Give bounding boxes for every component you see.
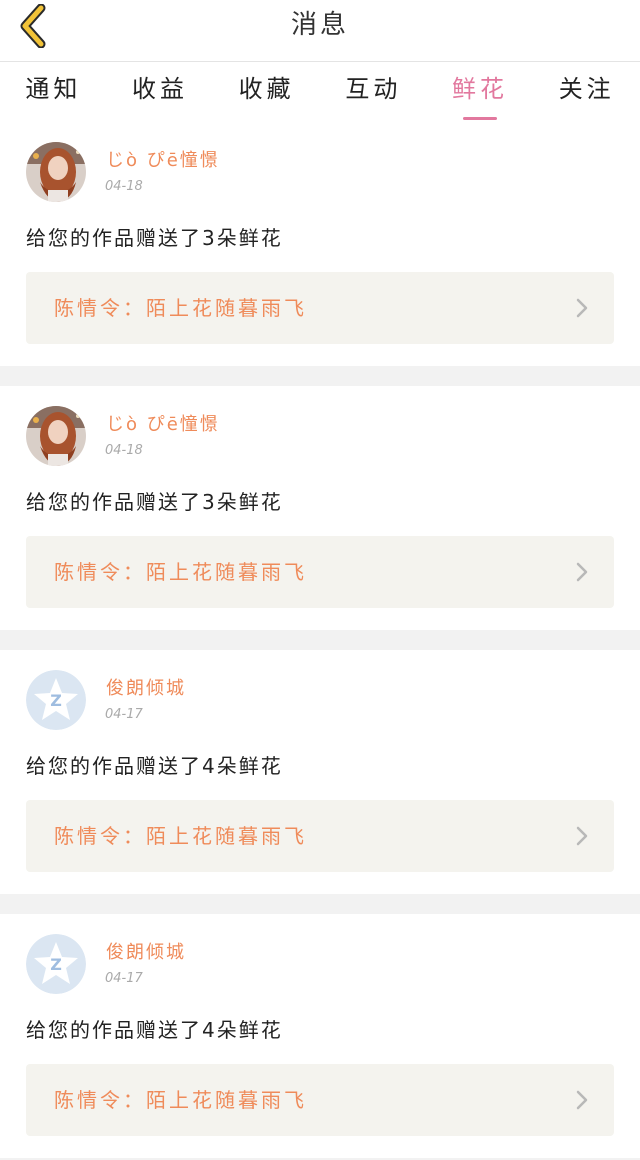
timestamp: 04-17 (105, 971, 143, 986)
timestamp: 04-17 (105, 707, 143, 722)
tab-favorites[interactable]: 收藏 (213, 62, 320, 122)
avatar[interactable] (26, 142, 86, 202)
username[interactable]: 俊朗倾城 (106, 938, 186, 964)
work-title: 陈情令：陌上花随暮雨飞 (54, 560, 307, 584)
tab-interaction[interactable]: 互动 (320, 62, 427, 122)
page-title: 消息 (290, 10, 349, 40)
message-text: 给您的作品赠送了4朵鲜花 (26, 754, 283, 778)
chevron-right-icon (576, 562, 588, 582)
work-link[interactable]: 陈情令：陌上花随暮雨飞 (26, 800, 614, 872)
chevron-right-icon (576, 826, 588, 846)
work-link[interactable]: 陈情令：陌上花随暮雨飞 (26, 272, 614, 344)
tab-bar: 通知 收益 收藏 互动 鲜花 关注 (0, 62, 640, 122)
notification-card: じò ぴē憧憬 04-18 给您的作品赠送了3朵鲜花 陈情令：陌上花随暮雨飞 (0, 122, 640, 366)
svg-text:Z: Z (50, 691, 62, 710)
avatar[interactable] (26, 406, 86, 466)
message-text: 给您的作品赠送了4朵鲜花 (26, 1018, 283, 1042)
timestamp: 04-18 (105, 179, 143, 194)
tab-notice[interactable]: 通知 (0, 62, 107, 122)
tab-earnings[interactable]: 收益 (107, 62, 214, 122)
avatar[interactable]: Z (26, 934, 86, 994)
header: 消息 (0, 0, 640, 62)
username[interactable]: じò ぴē憧憬 (106, 410, 220, 436)
username[interactable]: じò ぴē憧憬 (106, 146, 220, 172)
chevron-right-icon (576, 298, 588, 318)
notification-card: Z 俊朗倾城 04-17 给您的作品赠送了4朵鲜花 陈情令：陌上花随暮雨飞 (0, 914, 640, 1158)
message-text: 给您的作品赠送了3朵鲜花 (26, 226, 283, 250)
work-title: 陈情令：陌上花随暮雨飞 (54, 1088, 307, 1112)
qq-default-avatar-icon: Z (26, 670, 86, 730)
notification-card: じò ぴē憧憬 04-18 给您的作品赠送了3朵鲜花 陈情令：陌上花随暮雨飞 (0, 386, 640, 630)
svg-text:Z: Z (50, 955, 62, 974)
work-title: 陈情令：陌上花随暮雨飞 (54, 824, 307, 848)
avatar[interactable]: Z (26, 670, 86, 730)
message-text: 给您的作品赠送了3朵鲜花 (26, 490, 283, 514)
work-title: 陈情令：陌上花随暮雨飞 (54, 296, 307, 320)
chevron-right-icon (576, 1090, 588, 1110)
photo-avatar-icon (26, 142, 86, 202)
work-link[interactable]: 陈情令：陌上花随暮雨飞 (26, 1064, 614, 1136)
notification-card: Z 俊朗倾城 04-17 给您的作品赠送了4朵鲜花 陈情令：陌上花随暮雨飞 (0, 650, 640, 894)
tab-follow[interactable]: 关注 (533, 62, 640, 122)
work-link[interactable]: 陈情令：陌上花随暮雨飞 (26, 536, 614, 608)
tab-flowers[interactable]: 鲜花 (427, 62, 534, 122)
username[interactable]: 俊朗倾城 (106, 674, 186, 700)
notification-list: じò ぴē憧憬 04-18 给您的作品赠送了3朵鲜花 陈情令：陌上花随暮雨飞 じ… (0, 122, 640, 1158)
timestamp: 04-18 (105, 443, 143, 458)
qq-default-avatar-icon: Z (26, 934, 86, 994)
photo-avatar-icon (26, 406, 86, 466)
